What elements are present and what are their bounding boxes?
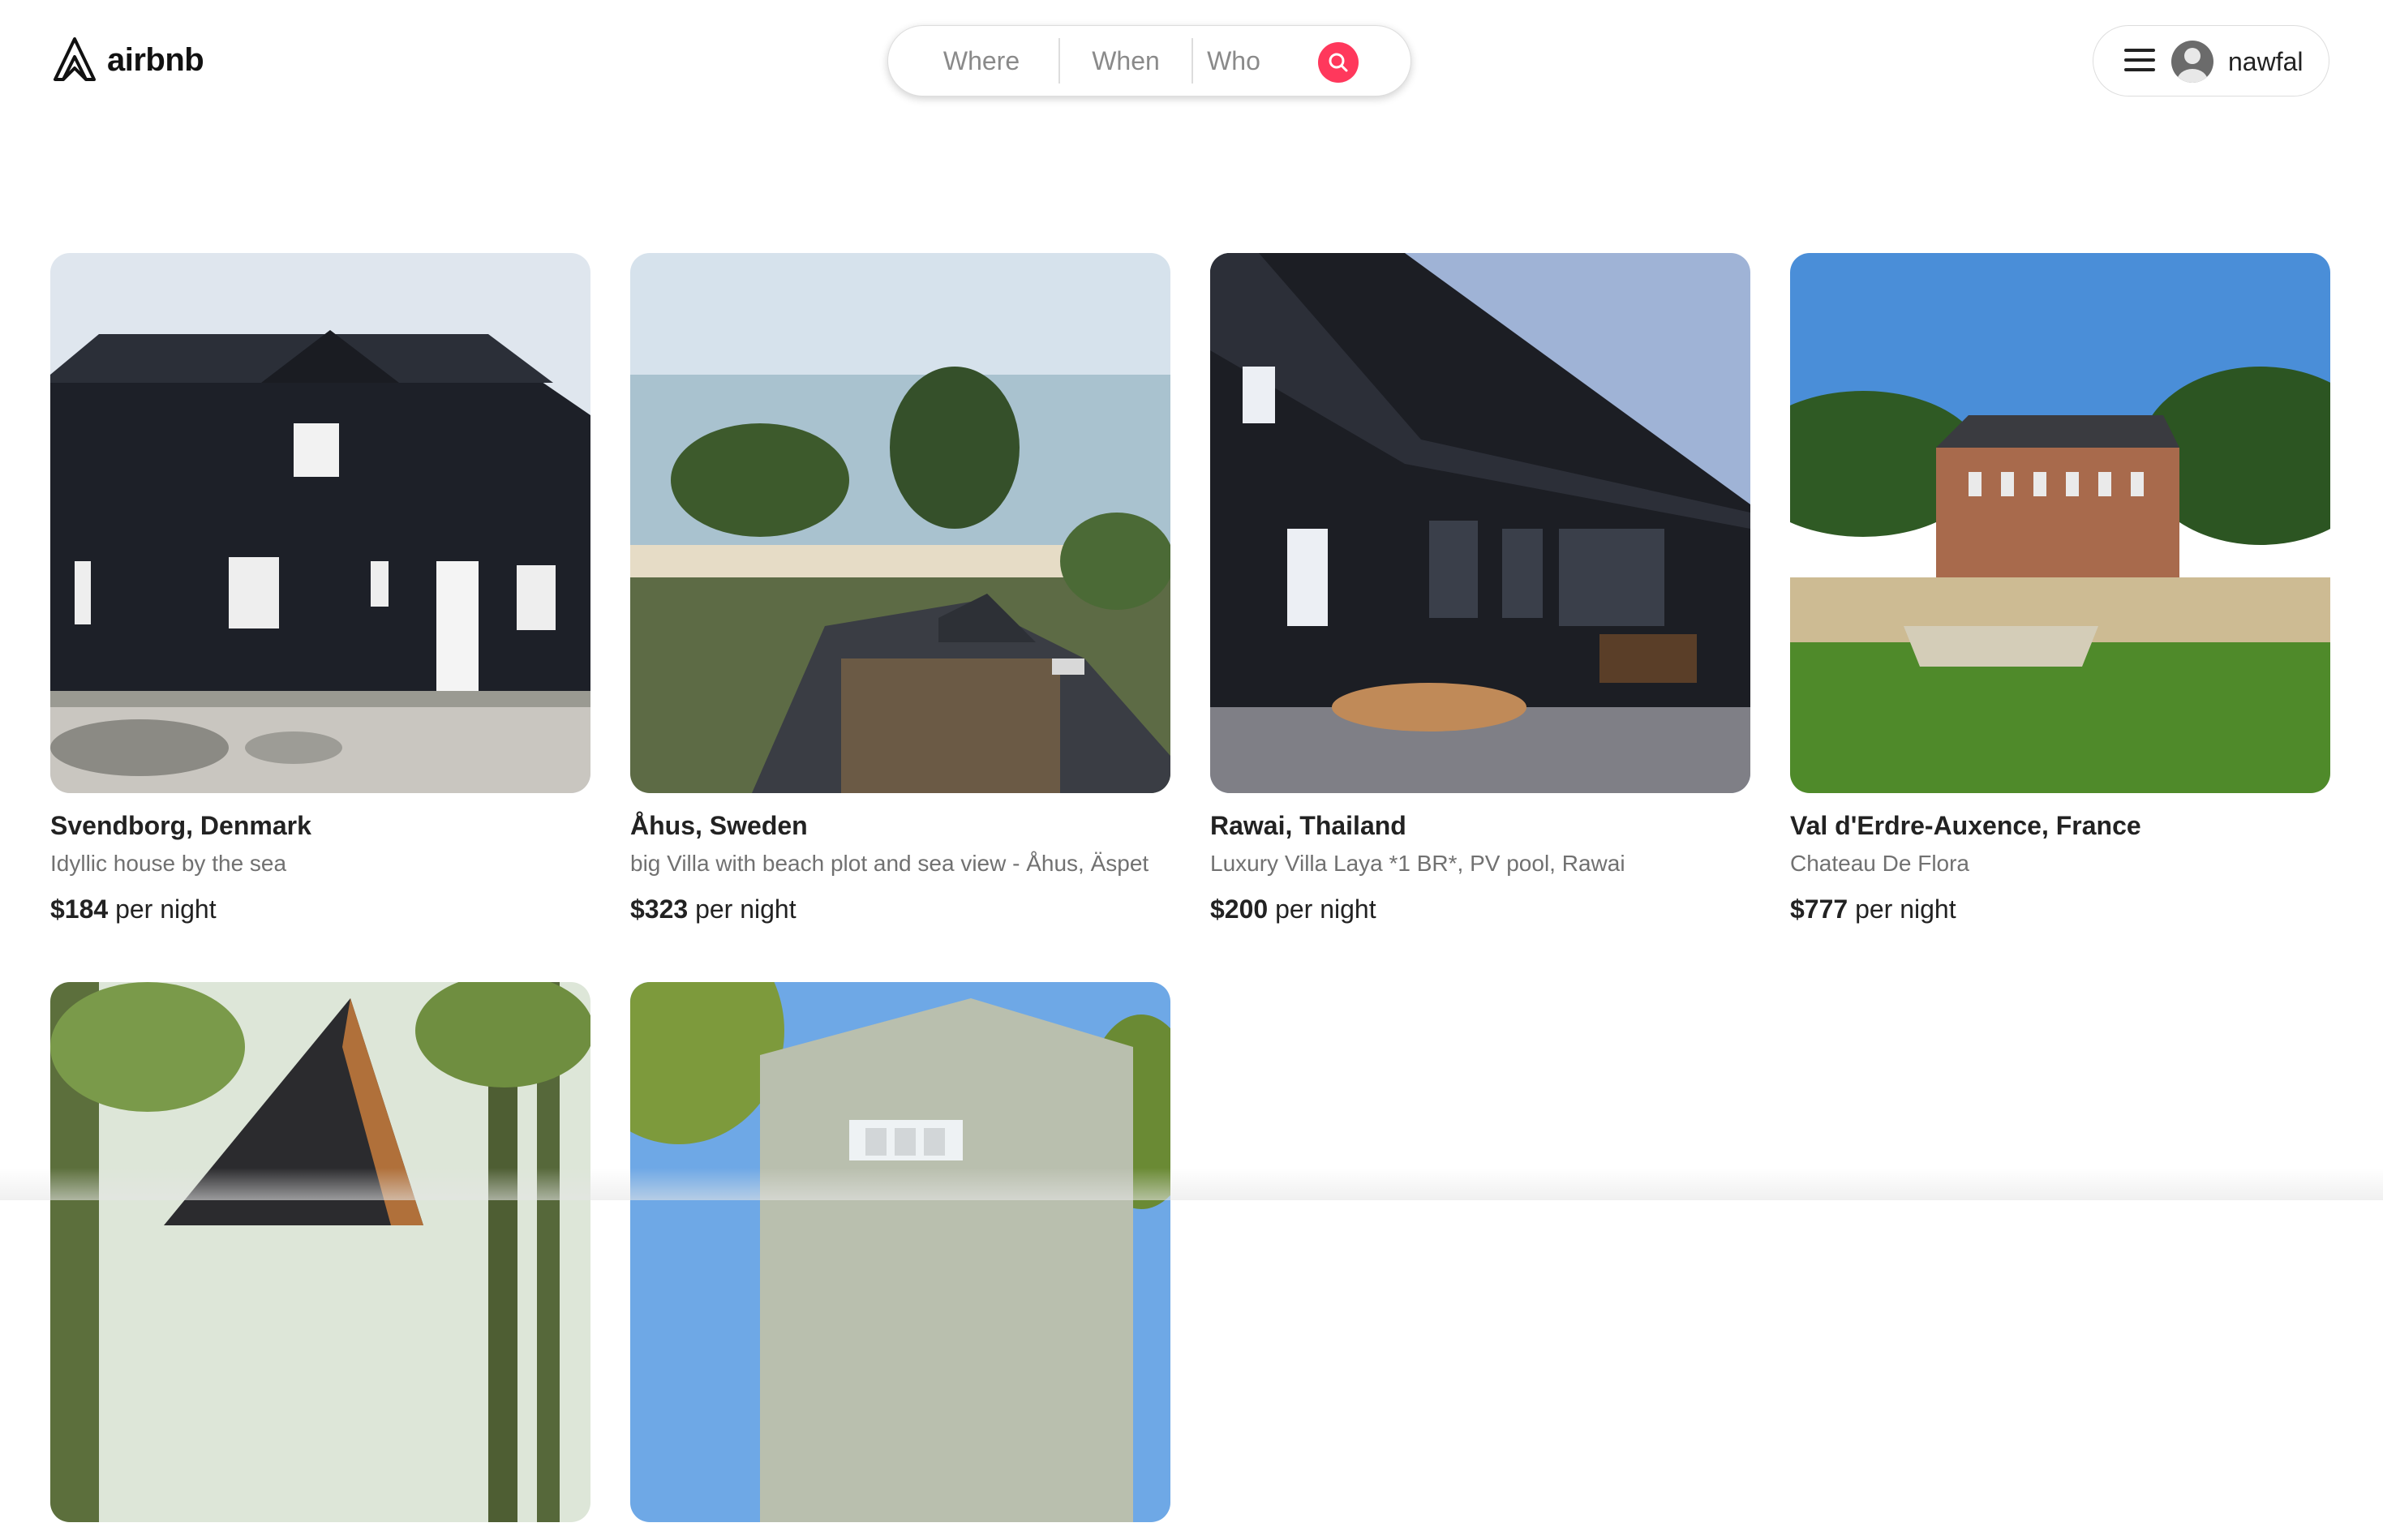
user-avatar-icon bbox=[2177, 48, 2208, 83]
listing-location: Val d'Erdre-Auxence, France bbox=[1790, 811, 2141, 840]
search-bar[interactable]: Where When Who bbox=[887, 25, 1411, 97]
listing-photo[interactable] bbox=[1790, 253, 2330, 793]
price-amount: $184 bbox=[50, 894, 109, 924]
listing-card[interactable]: Val d'Erdre-Auxence, France Chateau De F… bbox=[1790, 253, 2330, 924]
listing-location: Svendborg, Denmark bbox=[50, 811, 311, 840]
listing-photo[interactable] bbox=[1210, 253, 1750, 793]
airbnb-logo-icon bbox=[54, 37, 96, 81]
price-unit: per night bbox=[695, 894, 796, 924]
avatar bbox=[2171, 41, 2213, 83]
listing-photo[interactable] bbox=[50, 253, 590, 793]
price-unit: per night bbox=[1275, 894, 1376, 924]
price-amount: $323 bbox=[630, 894, 689, 924]
search-where[interactable]: Where bbox=[888, 25, 1058, 97]
price-amount: $200 bbox=[1210, 894, 1269, 924]
search-button[interactable] bbox=[1318, 42, 1359, 83]
listing-card[interactable] bbox=[630, 982, 1170, 1540]
listing-location: Åhus, Sweden bbox=[630, 811, 808, 840]
listing-card[interactable]: Åhus, Sweden big Villa with beach plot a… bbox=[630, 253, 1170, 924]
logo-text: airbnb bbox=[107, 41, 204, 78]
listing-card[interactable] bbox=[50, 982, 590, 1540]
listing-price: $323 per night bbox=[630, 894, 1170, 924]
price-amount: $777 bbox=[1790, 894, 1848, 924]
hamburger-menu-icon bbox=[2124, 49, 2155, 75]
user-name: nawfal bbox=[2228, 47, 2304, 76]
listing-photo[interactable] bbox=[630, 253, 1170, 793]
top-navbar: airbnb Where When Who nawfal bbox=[0, 0, 2383, 122]
listing-price: $777 per night bbox=[1790, 894, 2330, 924]
listing-title: Chateau De Flora bbox=[1790, 851, 1970, 876]
listing-photo[interactable] bbox=[50, 982, 590, 1522]
listing-price: $184 per night bbox=[50, 894, 590, 924]
listing-title: Idyllic house by the sea bbox=[50, 851, 287, 876]
price-unit: per night bbox=[1855, 894, 1956, 924]
listing-title: big Villa with beach plot and sea view -… bbox=[630, 851, 1149, 876]
search-icon bbox=[1329, 53, 1348, 72]
listing-location: Rawai, Thailand bbox=[1210, 811, 1406, 840]
price-unit: per night bbox=[115, 894, 217, 924]
listing-title: Luxury Villa Laya *1 BR*, PV pool, Rawai bbox=[1210, 851, 1625, 876]
listing-card[interactable]: Rawai, Thailand Luxury Villa Laya *1 BR*… bbox=[1210, 253, 1750, 924]
listing-photo[interactable] bbox=[630, 982, 1170, 1522]
listing-price: $200 per night bbox=[1210, 894, 1750, 924]
search-who[interactable]: Who bbox=[1193, 25, 1274, 97]
airbnb-logo[interactable]: airbnb bbox=[52, 36, 204, 84]
listing-card[interactable]: Svendborg, Denmark Idyllic house by the … bbox=[50, 253, 590, 924]
search-when[interactable]: When bbox=[1060, 25, 1192, 97]
user-menu-button[interactable]: nawfal bbox=[2093, 25, 2329, 97]
